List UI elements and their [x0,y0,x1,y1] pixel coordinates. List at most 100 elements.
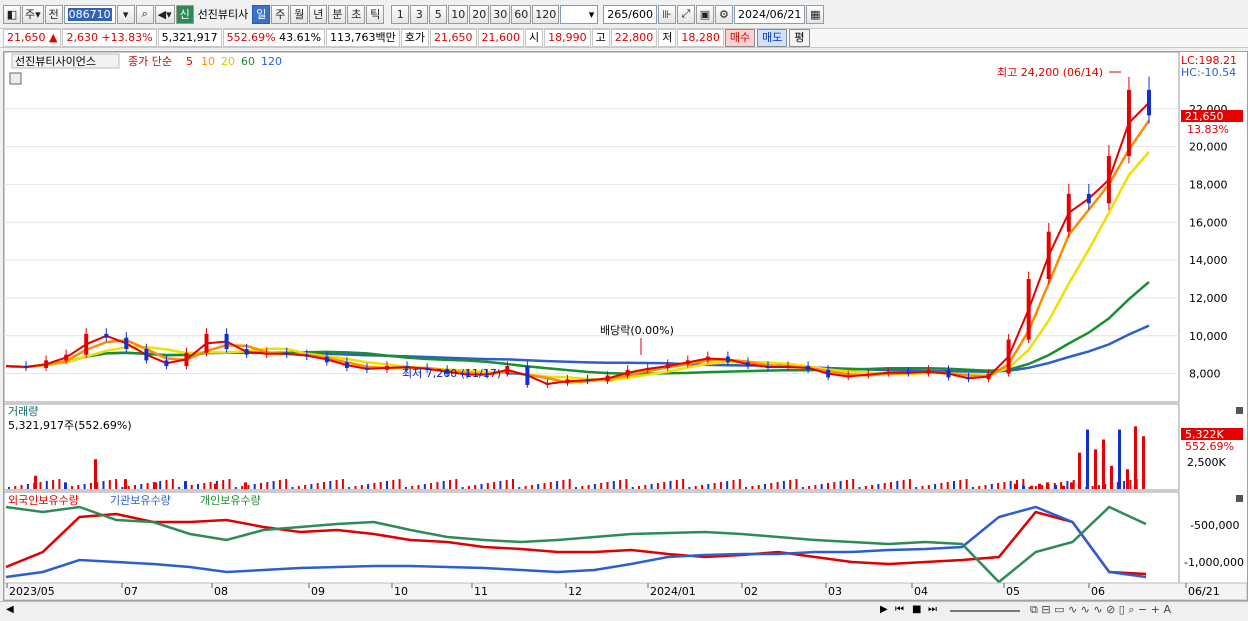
institution-holdings-label: 기관보유수량 [110,494,171,507]
buy-button[interactable]: 매수 [724,29,756,47]
code-input[interactable]: 086710 [63,4,116,24]
sell-button[interactable]: 매도 [757,29,788,47]
candle-body [605,375,610,382]
volume-bar [493,482,496,489]
candle-body [625,369,630,376]
volume-spike [34,475,37,489]
high-annotation: 최고 24,200 (06/14) [997,66,1103,79]
period-week[interactable]: 주 [271,4,290,24]
date-input[interactable]: 2024/06/21 [733,4,806,24]
volume-bar [997,483,1000,489]
window-icon[interactable]: ◧ [3,4,21,24]
period-minute[interactable]: 분 [328,4,347,24]
dropdown-icon[interactable]: ▾ [116,4,135,24]
count-input[interactable]: 265/600 [603,4,657,24]
volume-bar [978,486,981,489]
candle-body [685,360,690,365]
volume-bar [398,479,401,489]
candle-body [84,333,89,355]
volume-bar [713,483,716,489]
holdings-tick-2: -1,000,000 [1184,556,1244,569]
stock-name: 선진뷰티사 [197,8,249,21]
last-price: 21,650 [1185,110,1224,123]
calendar-icon[interactable]: ▦ [806,4,825,24]
volume-bar [568,479,571,489]
speaker-icon[interactable]: ◀▾ [154,4,175,24]
num-30[interactable]: 30 [490,4,511,24]
volume-bar [190,485,193,489]
x-tick-label: 11 [474,585,488,598]
volume-close-icon[interactable] [1236,407,1243,414]
candle-body [344,362,349,368]
num-3[interactable]: 3 [410,4,429,24]
volume-bar [808,486,811,489]
candle-body [745,362,750,367]
volume-bar [707,484,710,489]
volume-value: 5,321,917주(552.69%) [8,419,132,432]
period-month[interactable]: 월 [290,4,309,24]
num-120[interactable]: 120 [532,4,560,24]
period-day[interactable]: 일 [252,4,271,24]
num-20[interactable]: 20 [469,4,490,24]
volume-bar [474,485,477,489]
volume-spike [94,459,97,489]
volume-bar [921,486,924,489]
draw-icon[interactable]: ⤢ [676,4,695,24]
search-icon[interactable]: ⌕ [135,4,154,24]
candle-icon[interactable]: ⊪ [657,4,676,24]
candle-body [986,373,991,380]
gear-icon[interactable]: ⚙ [714,4,733,24]
table-icon[interactable] [9,72,22,85]
volume-bar [14,486,17,489]
bottom-bar: ◀ ▶ ⏮ ■ ⏭ ⧉ ⊟ ▭ ∿ ∿ ∿ ⊘ ▯ ⌕ − + A [0,601,1248,621]
volume-bar [417,485,420,489]
volume-spike [124,479,127,489]
save-icon[interactable]: ▣ [695,4,714,24]
volume-bar [556,481,559,489]
volume-bar [896,481,899,489]
volume-bar [726,481,729,489]
volume-bar [115,479,118,489]
price-change: 2,630 +13.83% [62,29,157,47]
volume-bar [203,483,206,489]
candle-body [946,369,951,378]
volume-bar [669,481,672,489]
eval-button[interactable]: 평 [789,29,810,47]
ma60-label: 60 [241,55,255,68]
market-select[interactable]: 주 ▾ [22,4,44,24]
low-annotation: 최저 7,260 (11/17) [402,367,501,380]
last-icon[interactable]: ⏭ [928,604,937,615]
num-60[interactable]: 60 [511,4,532,24]
volume-bar [20,485,23,489]
candle-body [244,349,249,355]
num-10[interactable]: 10 [448,4,469,24]
mode-select[interactable]: 전 [44,4,63,24]
stop-icon[interactable]: ■ [912,604,921,615]
tools-icons[interactable]: ⧉ ⊟ ▭ ∿ ∿ ∿ ⊘ ▯ ⌕ − + A [1030,603,1171,617]
candle-body [846,375,851,378]
chart-area[interactable]: 선진뷰티사이언스 종가 단순 5 10 20 60 120 최고 24,200 … [3,51,1248,601]
period-second[interactable]: 초 [347,4,366,24]
scroll-right-icon[interactable]: ▶ [880,604,888,615]
scroll-left-icon[interactable]: ◀ [6,604,14,615]
period-year[interactable]: 년 [309,4,328,24]
volume-bar [732,480,735,489]
volume-spike [1046,482,1049,489]
volume-bar [1066,481,1069,489]
volume-bar [341,479,344,489]
zoom-slider[interactable] [950,610,1020,612]
volume-bar [953,481,955,489]
volume-bar [820,484,823,489]
volume-spike [1070,482,1073,489]
period-tick[interactable]: 틱 [366,4,385,24]
price-panel [3,51,1180,403]
x-tick-label: 07 [124,585,138,598]
volume-spike [1054,485,1057,489]
holdings-close-icon[interactable] [1236,495,1243,502]
num-1[interactable]: 1 [391,4,410,24]
volume-bar [373,483,376,489]
num-5[interactable]: 5 [429,4,448,24]
first-icon[interactable]: ⏮ [895,604,904,615]
interval-select[interactable]: ▾ [560,4,599,24]
volume-bar [354,486,357,489]
